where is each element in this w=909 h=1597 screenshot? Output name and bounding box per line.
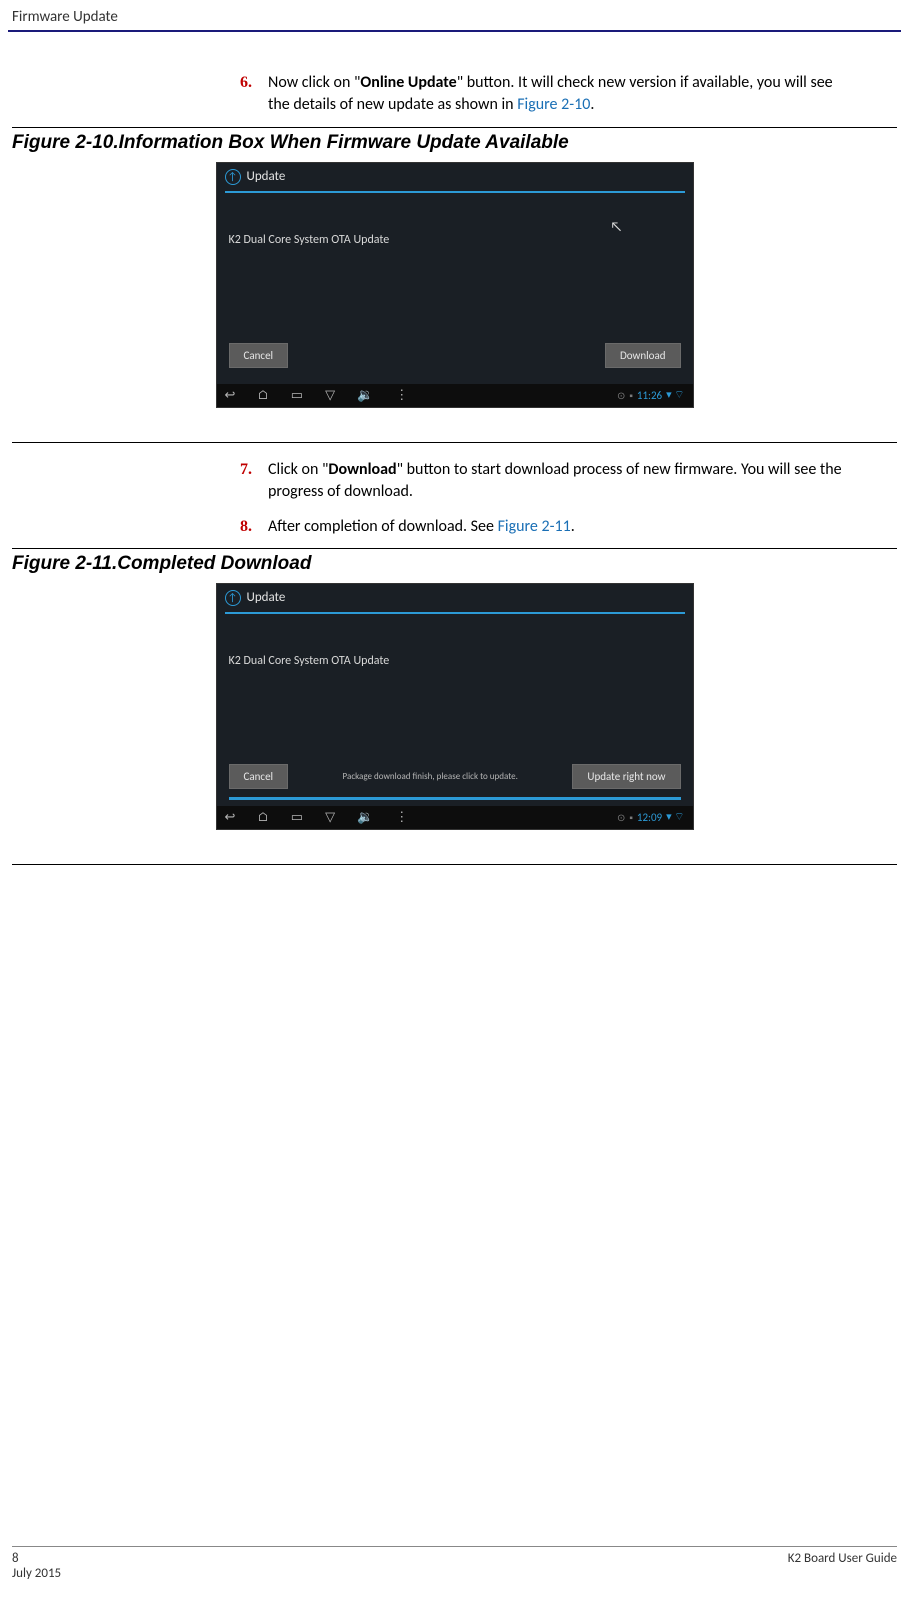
recent-icon[interactable]: ▭	[291, 810, 303, 825]
cancel-button[interactable]: Cancel	[229, 764, 289, 789]
screenshot-update-available: ↑ Update ↖ K2 Dual Core System OTA Updat…	[216, 162, 694, 408]
section-rule	[12, 442, 897, 443]
step-text: Now click on "Online Update" button. It …	[268, 72, 857, 117]
clock-icon: ⊙	[617, 389, 625, 402]
wifi-bt-icons: ▾ ⌔	[666, 388, 684, 402]
download-button[interactable]: Download	[605, 343, 681, 368]
wifi-bt-icons: ▾ ⌔	[666, 810, 684, 824]
time-text: 11:26	[637, 389, 662, 402]
figure-rule	[12, 127, 897, 128]
figure-caption: Figure 2-10.Information Box When Firmwar…	[12, 132, 897, 154]
screenshot-body: ↖ K2 Dual Core System OTA Update	[217, 193, 693, 343]
header-title: Firmware Update	[12, 8, 118, 26]
page-footer: 8 K2 Board User Guide July 2015	[12, 1546, 897, 1581]
footer-rule	[12, 1546, 897, 1547]
step-number: 7.	[240, 459, 252, 504]
header-rule	[8, 30, 901, 32]
step-6: 6. Now click on "Online Update" button. …	[240, 72, 857, 117]
status-text: Package download finish, please click to…	[288, 771, 572, 782]
figure-link[interactable]: Figure 2-11	[498, 517, 571, 536]
time-text: 12:09	[637, 811, 662, 824]
home-icon[interactable]: ⌂	[257, 388, 268, 403]
spacer	[217, 376, 693, 384]
bold-label: Download	[328, 460, 396, 479]
text-fragment: Now click on "	[268, 73, 360, 92]
screenshot-header: ↑ Update	[217, 584, 693, 612]
text-fragment: After completion of download. See	[268, 517, 498, 536]
update-now-button[interactable]: Update right now	[572, 764, 680, 789]
step-text: After completion of download. See Figure…	[268, 516, 857, 538]
button-row: Cancel Package download finish, please c…	[217, 764, 693, 797]
figure-link[interactable]: Figure 2-10	[517, 95, 590, 114]
screenshot-header: ↑ Update	[217, 163, 693, 191]
figure-caption: Figure 2-11.Completed Download	[12, 553, 897, 575]
page-number: 8	[12, 1551, 19, 1566]
screenshot-title: Update	[247, 169, 286, 184]
back-icon[interactable]: ↩	[225, 388, 236, 403]
text-fragment: Click on "	[268, 460, 328, 479]
figure-rule	[12, 548, 897, 549]
status-area: ⊙ ▪ 11:26 ▾ ⌔	[617, 388, 685, 402]
bold-label: Online Update	[360, 73, 456, 92]
ota-update-text: K2 Dual Core System OTA Update	[229, 233, 681, 247]
download-status-icon: ▪	[629, 389, 633, 402]
button-row: Cancel Download	[217, 343, 693, 376]
update-icon: ↑	[225, 590, 241, 606]
step-number: 8.	[240, 516, 252, 538]
volume-icon[interactable]: 🔉	[357, 810, 373, 825]
main-content: 6. Now click on "Online Update" button. …	[0, 72, 909, 865]
ota-update-text: K2 Dual Core System OTA Update	[229, 654, 681, 668]
text-fragment: .	[571, 517, 575, 536]
step-7: 7. Click on "Download" button to start d…	[240, 459, 857, 504]
home-icon[interactable]: ⌂	[257, 810, 268, 825]
volume-icon[interactable]: 🔉	[357, 388, 373, 403]
footer-date: July 2015	[12, 1566, 897, 1581]
download-status-icon: ▪	[629, 811, 633, 824]
status-area: ⊙ ▪ 12:09 ▾ ⌔	[617, 810, 685, 824]
guide-title: K2 Board User Guide	[788, 1551, 897, 1566]
chevron-down-icon[interactable]: ▽	[325, 388, 335, 403]
screenshot-completed-download: ↑ Update K2 Dual Core System OTA Update …	[216, 583, 694, 830]
back-icon[interactable]: ↩	[225, 810, 236, 825]
cursor-icon: ↖	[610, 218, 622, 235]
screenshot-body: K2 Dual Core System OTA Update	[217, 614, 693, 764]
navbar: ↩ ⌂ ▭ ▽ 🔉 ⋮ ⊙ ▪ 12:09 ▾ ⌔	[217, 806, 693, 829]
text-fragment: .	[590, 95, 594, 114]
cancel-button[interactable]: Cancel	[229, 343, 289, 368]
navbar: ↩ ⌂ ▭ ▽ 🔉 ⋮ ⊙ ▪ 11:26 ▾ ⌔	[217, 384, 693, 407]
chevron-down-icon[interactable]: ▽	[325, 810, 335, 825]
step-number: 6.	[240, 72, 252, 117]
section-rule	[12, 864, 897, 865]
screenshot-title: Update	[247, 590, 286, 605]
step-text: Click on "Download" button to start down…	[268, 459, 857, 504]
footer-row: 8 K2 Board User Guide	[12, 1551, 897, 1566]
clock-icon: ⊙	[617, 811, 625, 824]
more-icon[interactable]: ⋮	[395, 388, 408, 403]
recent-icon[interactable]: ▭	[291, 388, 303, 403]
step-8: 8. After completion of download. See Fig…	[240, 516, 857, 538]
update-icon: ↑	[225, 169, 241, 185]
more-icon[interactable]: ⋮	[395, 810, 408, 825]
page-header: Firmware Update	[0, 0, 909, 30]
